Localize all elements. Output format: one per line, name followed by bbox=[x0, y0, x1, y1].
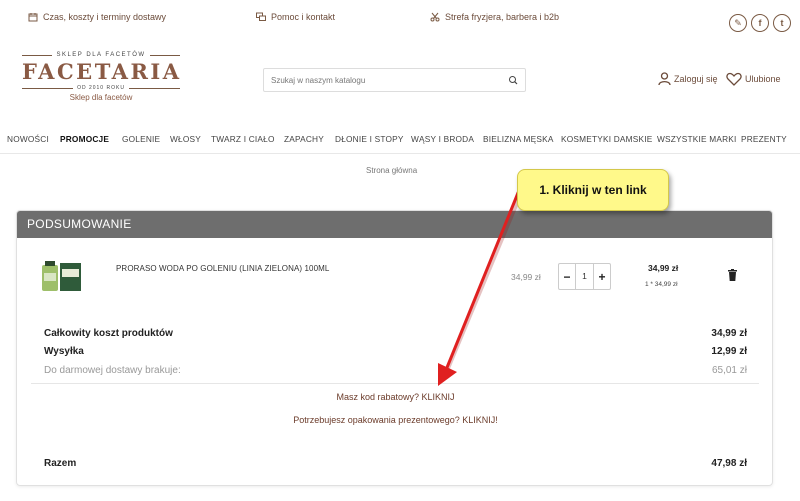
products-cost-row: Całkowity koszt produktów 34,99 zł bbox=[44, 328, 747, 339]
logo-tagline-top: SKLEP DLA FACETÓW bbox=[56, 52, 146, 58]
summary-card: PODSUMOWANIE PRORASO WODA PO GOLENIU (LI… bbox=[16, 210, 773, 486]
calendar-icon bbox=[28, 13, 38, 22]
search-input[interactable] bbox=[264, 75, 499, 85]
chat-icon bbox=[256, 12, 266, 21]
decrease-quantity-button[interactable]: − bbox=[559, 270, 575, 284]
quantity-value[interactable]: 1 bbox=[575, 264, 594, 289]
help-contact-label: Pomoc i kontakt bbox=[271, 12, 336, 22]
nav-item-golenie[interactable]: GOLENIE bbox=[122, 134, 160, 144]
summary-title: PODSUMOWANIE bbox=[17, 211, 772, 238]
quantity-stepper: − 1 + bbox=[558, 263, 611, 290]
delivery-info-label: Czas, koszty i terminy dostawy bbox=[43, 12, 167, 22]
nav-item-bielizna-meska[interactable]: BIELIZNA MĘSKA bbox=[483, 134, 554, 144]
product-name[interactable]: PRORASO WODA PO GOLENIU (LINIA ZIELONA) … bbox=[116, 264, 329, 273]
main-navigation: NOWOŚCI PROMOCJE GOLENIE WŁOSY TWARZ I C… bbox=[0, 124, 800, 154]
gift-wrap-link[interactable]: Potrzebujesz opakowania prezentowego? KL… bbox=[17, 415, 772, 425]
nav-item-wszystkie-marki[interactable]: WSZYSTKIE MARKI bbox=[657, 134, 737, 144]
breadcrumb[interactable]: Strona główna bbox=[366, 166, 417, 175]
nav-item-zapachy[interactable]: ZAPACHY bbox=[284, 134, 324, 144]
help-contact-link[interactable]: Pomoc i kontakt bbox=[256, 12, 335, 22]
login-label: Zaloguj się bbox=[674, 74, 718, 84]
user-icon bbox=[658, 72, 671, 86]
delivery-info-link[interactable]: Czas, koszty i terminy dostawy bbox=[28, 12, 166, 22]
heart-icon bbox=[726, 72, 742, 86]
logo-since: OD 2010 ROKU bbox=[77, 85, 125, 91]
free-shipping-row: Do darmowej dostawy brakuje: 65,01 zł bbox=[44, 365, 747, 376]
shipping-label: Wysyłka bbox=[44, 346, 84, 357]
discount-code-link[interactable]: Masz kod rabatowy? KLIKNIJ bbox=[17, 392, 772, 402]
product-unit-price: 34,99 zł bbox=[511, 272, 541, 282]
logo-tagline-bottom: Sklep dla facetów bbox=[69, 93, 133, 102]
total-value: 47,98 zł bbox=[711, 458, 747, 469]
total-label: Razem bbox=[44, 458, 77, 469]
nav-item-promocje[interactable]: PROMOCJE bbox=[60, 134, 109, 144]
barber-zone-link[interactable]: Strefa fryzjera, barbera i b2b bbox=[430, 12, 559, 22]
favorites-link[interactable]: Ulubione bbox=[726, 72, 781, 86]
product-image[interactable] bbox=[39, 259, 83, 293]
divider bbox=[31, 383, 759, 384]
nav-item-prezenty[interactable]: PREZENTY bbox=[741, 134, 787, 144]
search-icon[interactable] bbox=[508, 75, 518, 85]
logo-brand: FACETARIA bbox=[22, 59, 182, 84]
increase-quantity-button[interactable]: + bbox=[594, 270, 610, 284]
products-cost-label: Całkowity koszt produktów bbox=[44, 328, 173, 339]
search-box bbox=[263, 68, 526, 92]
shipping-value: 12,99 zł bbox=[711, 346, 747, 357]
barber-zone-label: Strefa fryzjera, barbera i b2b bbox=[445, 12, 560, 22]
top-bar: Czas, koszty i terminy dostawy Pomoc i k… bbox=[0, 0, 800, 40]
nav-item-kosmetyki-damskie[interactable]: KOSMETYKI DAMSKIE bbox=[561, 134, 652, 144]
facebook-icon[interactable]: f bbox=[751, 14, 769, 32]
favorites-label: Ulubione bbox=[745, 74, 781, 84]
trash-icon[interactable] bbox=[728, 269, 737, 281]
products-cost-value: 34,99 zł bbox=[711, 328, 747, 339]
login-link[interactable]: Zaloguj się bbox=[658, 72, 718, 86]
shipping-row: Wysyłka 12,99 zł bbox=[44, 346, 747, 357]
site-logo[interactable]: SKLEP DLA FACETÓW FACETARIA OD 2010 ROKU… bbox=[22, 52, 182, 108]
nav-item-twarz-i-cialo[interactable]: TWARZ I CIAŁO bbox=[211, 134, 275, 144]
line-total: 34,99 zł bbox=[648, 263, 679, 273]
edit-social-icon[interactable]: ✎ bbox=[729, 14, 747, 32]
instruction-callout: 1. Kliknij w ten link bbox=[517, 169, 669, 211]
nav-item-wasy-i-broda[interactable]: WĄSY I BRODA bbox=[411, 134, 474, 144]
nav-item-wlosy[interactable]: WŁOSY bbox=[170, 134, 201, 144]
free-shipping-value: 65,01 zł bbox=[711, 365, 747, 376]
line-calculation: 1 * 34,99 zł bbox=[645, 281, 678, 288]
nav-item-dlonie-i-stopy[interactable]: DŁONIE I STOPY bbox=[335, 134, 404, 144]
total-row: Razem 47,98 zł bbox=[44, 458, 747, 469]
free-shipping-label: Do darmowej dostawy brakuje: bbox=[44, 365, 181, 376]
twitter-icon[interactable]: t bbox=[773, 14, 791, 32]
nav-item-nowosci[interactable]: NOWOŚCI bbox=[7, 134, 49, 144]
scissors-icon bbox=[430, 12, 440, 22]
